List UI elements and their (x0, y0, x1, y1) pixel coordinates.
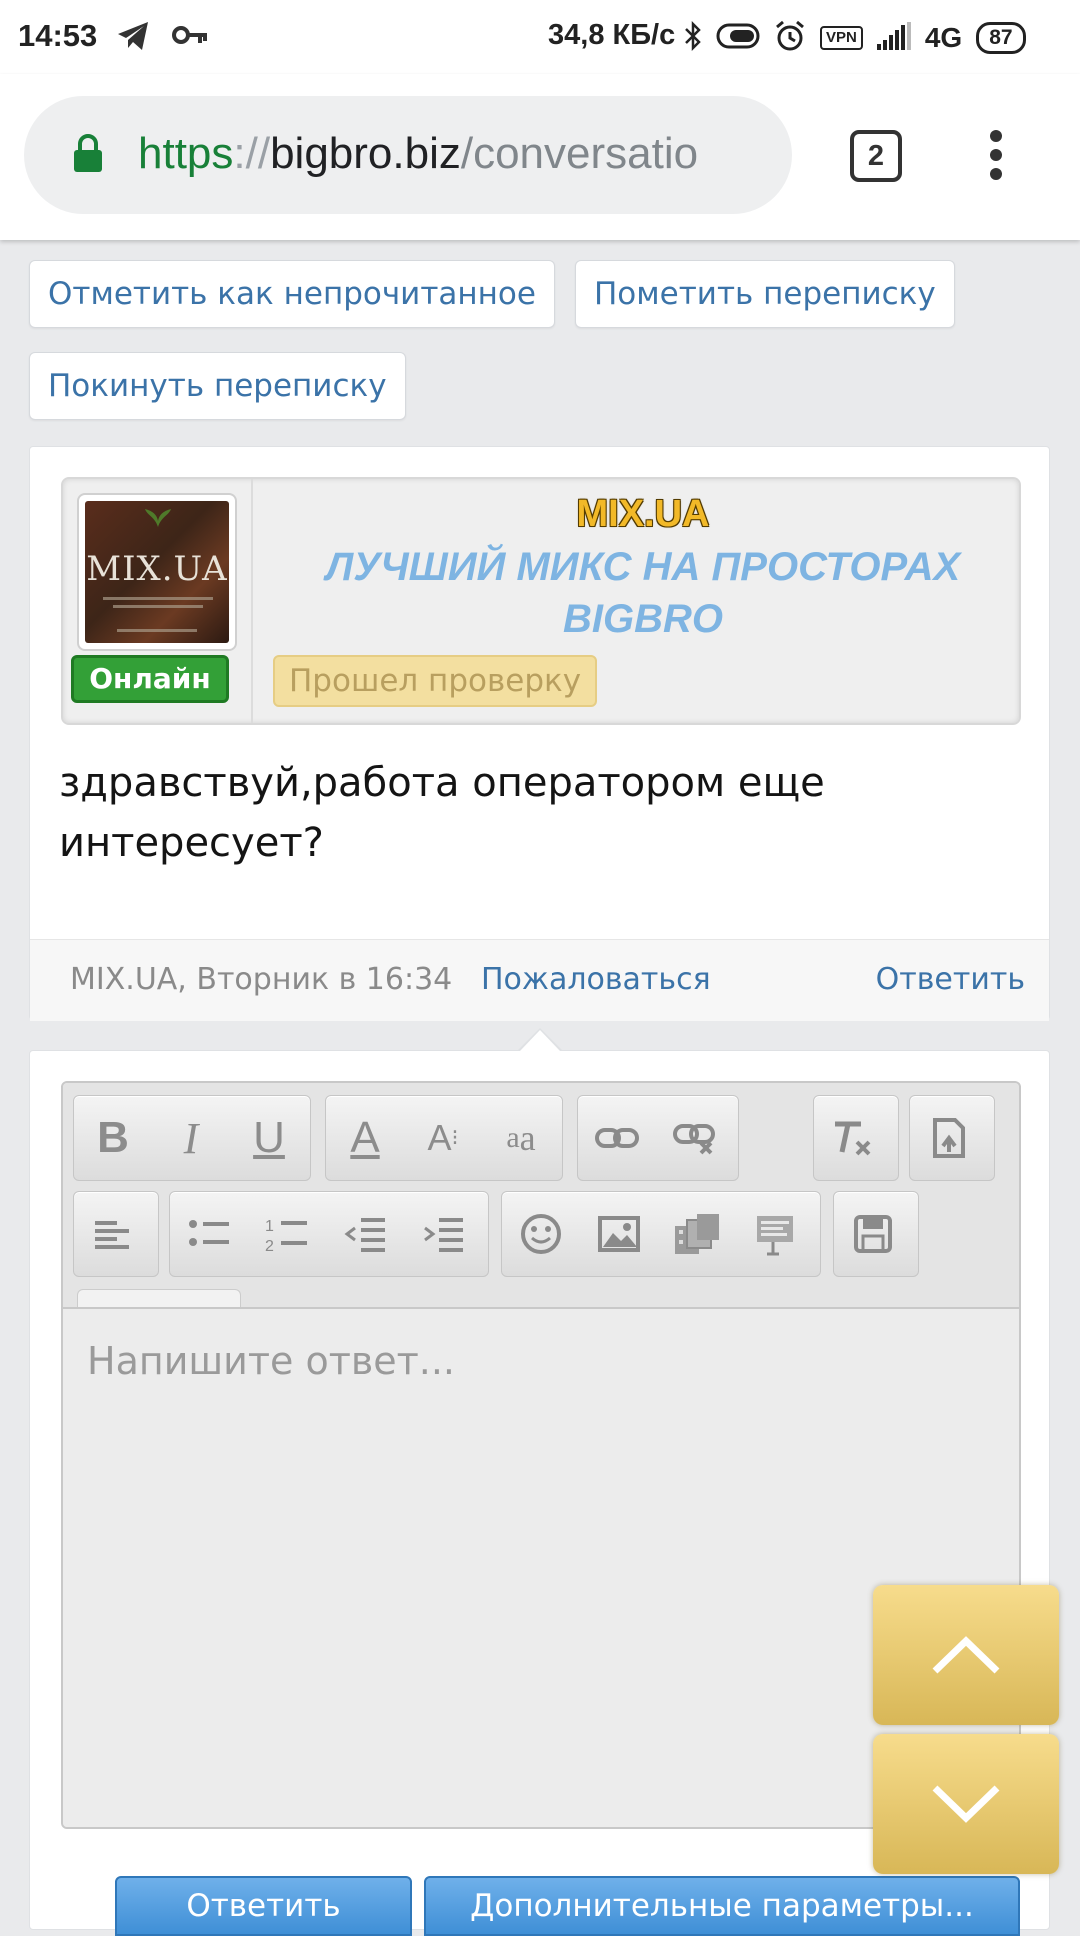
more-options-button[interactable]: Дополнительные параметры... (424, 1876, 1020, 1936)
network-type: 4G (924, 22, 963, 53)
toggle-icon (716, 23, 760, 54)
avatar-logo-text: MIX.UA (86, 549, 228, 589)
telegram-icon (116, 20, 150, 57)
svg-text:2: 2 (265, 1238, 274, 1253)
bullet-list-icon[interactable] (170, 1192, 248, 1276)
font-size-button[interactable]: A ⁝ (404, 1096, 482, 1180)
submit-reply-button[interactable]: Ответить (115, 1876, 412, 1936)
mark-conversation-button[interactable]: Пометить переписку (575, 260, 955, 328)
message-meta: MIX.UA, Вторник в 16:34 (70, 962, 453, 997)
tab-switcher-button[interactable]: 2 (850, 130, 902, 182)
chevron-down-icon (932, 1785, 1000, 1823)
numbered-list-icon[interactable]: 12 (248, 1192, 326, 1276)
status-bar: 14:53 34,8 КБ/с VPN 4G 87 (0, 0, 1080, 74)
online-status-badge: Онлайн (71, 655, 229, 703)
image-icon[interactable] (580, 1192, 658, 1276)
editor-tab-stub (77, 1289, 241, 1309)
key-icon (172, 24, 208, 51)
svg-text:1: 1 (265, 1218, 274, 1235)
outdent-icon[interactable] (326, 1192, 404, 1276)
chevron-up-icon (932, 1636, 1000, 1674)
status-time: 14:53 (18, 18, 98, 53)
battery-icon: 87 (976, 22, 1026, 54)
overflow-menu-icon[interactable] (984, 130, 1008, 188)
scroll-down-button[interactable] (873, 1734, 1059, 1874)
message-user-info: MIX.UA Онлайн MIX.UA ЛУЧШИЙ МИКС НА ПРОС… (61, 477, 1021, 725)
alarm-icon (774, 20, 806, 57)
url-scheme: https (138, 129, 234, 178)
url-path: /conversatio (460, 129, 699, 178)
message-card: MIX.UA Онлайн MIX.UA ЛУЧШИЙ МИКС НА ПРОС… (29, 446, 1050, 1021)
smiley-icon[interactable] (502, 1192, 580, 1276)
font-family-button[interactable]: aa (482, 1096, 560, 1180)
signal-icon (876, 21, 911, 55)
avatar[interactable]: MIX.UA (77, 493, 237, 651)
mark-unread-button[interactable]: Отметить как непрочитанное (29, 260, 555, 328)
align-left-icon[interactable] (74, 1192, 152, 1276)
reply-link[interactable]: Ответить (876, 962, 1025, 997)
bold-button[interactable]: B (74, 1096, 152, 1180)
url-text[interactable]: https://bigbro.biz/conversatio (138, 126, 788, 182)
avatar-column: MIX.UA Онлайн (63, 479, 253, 723)
report-link[interactable]: Пожаловаться (481, 962, 711, 997)
scroll-up-button[interactable] (873, 1585, 1059, 1725)
indent-icon[interactable] (404, 1192, 482, 1276)
bluetooth-icon (684, 20, 702, 57)
template-icon[interactable] (736, 1192, 814, 1276)
editor-toolbar: B I U A A ⁝ aa 1 2 (63, 1083, 1019, 1309)
message-footer: MIX.UA, Вторник в 16:34 Пожаловаться Отв… (30, 939, 1049, 1021)
unlink-icon[interactable] (656, 1096, 734, 1180)
media-icon[interactable] (658, 1192, 736, 1276)
address-bar[interactable]: https://bigbro.biz/conversatio (24, 96, 792, 214)
browser-toolbar: https://bigbro.biz/conversatio 2 (0, 74, 1080, 240)
reply-placeholder: Напишите ответ... (87, 1339, 455, 1383)
link-icon[interactable] (578, 1096, 656, 1180)
network-speed: 34,8 КБ/с (548, 19, 676, 51)
source-code-icon[interactable] (910, 1096, 988, 1180)
underline-button[interactable]: U (230, 1096, 308, 1180)
leave-conversation-button[interactable]: Покинуть переписку (29, 352, 406, 420)
verified-badge: Прошел проверку (273, 655, 598, 707)
vpn-icon: VPN (820, 26, 863, 50)
user-title: ЛУЧШИЙ МИКС НА ПРОСТОРАХ BIGBRO (325, 545, 961, 641)
italic-button[interactable]: I (152, 1096, 230, 1180)
username[interactable]: MIX.UA (263, 493, 1023, 536)
url-host: bigbro.biz (270, 129, 461, 178)
lock-icon (72, 134, 104, 178)
url-separator: :// (233, 129, 271, 178)
font-color-button[interactable]: A (326, 1096, 404, 1180)
save-draft-icon[interactable] (834, 1192, 912, 1276)
remove-format-icon[interactable] (814, 1096, 892, 1180)
avatar-image: MIX.UA (85, 501, 229, 643)
message-text: здравствуй,работа оператором еще интерес… (59, 760, 825, 866)
